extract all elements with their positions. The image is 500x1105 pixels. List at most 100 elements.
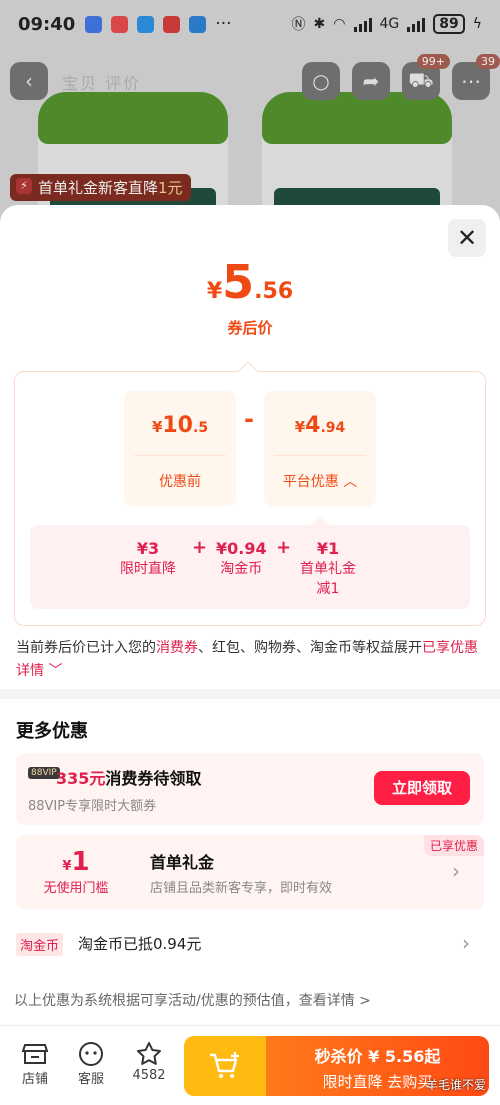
more-notifications-icon: ··· (215, 14, 232, 34)
app-notification-icon (85, 15, 103, 33)
coins-text: 淘金币已抵0.94元 (78, 935, 202, 953)
search-icon: ○ (312, 69, 330, 93)
favorite-count: 4582 (132, 1068, 166, 1083)
app-notification-icon (111, 15, 129, 33)
claim-button[interactable]: 立即领取 (374, 771, 470, 805)
note-highlight: 消费券 (156, 640, 198, 656)
background-product-page: 09:40 ··· Ⓝ ✱ ◠ 4G 89 ϟ ‹ 宝贝 评价 ○ ➦ ⛟ 99+… (0, 0, 500, 230)
service-label: 客服 (77, 1072, 104, 1087)
price-detail-sheet: ✕ ¥5.56 券后价 ¥10.5 优惠前 - ¥4.94 平台优惠 ︿ ¥3 … (0, 205, 500, 1105)
original-price-decimal: .5 (193, 420, 209, 436)
breakdown-item-flash-sale: ¥3 限时直降 (120, 539, 176, 579)
gift-condition: 无使用门槛 (43, 881, 109, 896)
gift-description: 店铺且品类新客专享，即时有效 (150, 881, 333, 896)
flash-price-text: 秒杀价 ¥ 5.56起 (314, 1047, 441, 1066)
service-button[interactable]: 客服 (66, 1040, 116, 1087)
bottom-action-bar: 店铺 客服 4582 秒杀价 ¥ 5.56起 限时直降 去购买 (0, 1025, 500, 1105)
coupon-amount-suffix: 消费券待领取 (105, 769, 202, 788)
watermark: 羊毛谁不爱 (425, 1078, 486, 1092)
gift-value: 1 (71, 847, 90, 877)
note-text: 、红包、购物券、淘金币等权益展开 (198, 640, 422, 656)
app-notification-icon (189, 15, 207, 33)
more-icon: ⋯ (461, 69, 481, 93)
minus-operator: - (244, 405, 254, 433)
cart-icon: ⛟ (408, 67, 434, 92)
wifi-icon: ◠ (333, 16, 346, 32)
first-order-gift-card[interactable]: ¥1 无使用门槛 首单礼金 店铺且品类新客专享，即时有效 已享优惠 › (16, 835, 484, 909)
back-button[interactable]: ‹ (10, 62, 48, 100)
plus-operator: + (192, 537, 208, 558)
plus-operator: + (276, 537, 292, 558)
original-price-value: 10 (162, 413, 193, 438)
star-icon (124, 1040, 174, 1068)
breakdown-label: 减1 (316, 581, 340, 597)
more-offers-title: 更多优惠 (16, 721, 88, 742)
vip-badge: 88VIP (28, 767, 60, 779)
new-user-promo-tag: ⚡ 首单礼金新客直降1元 (10, 174, 191, 201)
platform-discount-text: 平台优惠 (282, 474, 339, 490)
platform-discount-card[interactable]: ¥4.94 平台优惠 ︿ (264, 391, 376, 506)
price-note: 当前券后价已计入您的消费券、红包、购物券、淘金币等权益展开已享优惠详情 ﹀ (16, 637, 486, 683)
service-icon (66, 1040, 116, 1068)
share-button[interactable]: ➦ (352, 62, 390, 100)
coins-tag: 淘金币 (16, 933, 64, 956)
discount-breakdown: ¥3 限时直降 + ¥0.94 淘金币 + ¥1 首单礼金 减1 (30, 525, 470, 609)
status-bar: 09:40 ··· Ⓝ ✱ ◠ 4G 89 ϟ (0, 0, 500, 48)
battery-level: 89 (433, 14, 465, 34)
final-price: ¥5.56 (0, 255, 500, 309)
coupon-amount-value: 335元 (56, 769, 106, 788)
price-decimal: .56 (254, 279, 294, 304)
coupon-amount: 335元消费券待领取 (56, 765, 201, 789)
chevron-up-icon: ︿ (343, 474, 358, 490)
add-to-cart-button[interactable] (184, 1036, 266, 1096)
more-button[interactable]: ⋯ 39 (452, 54, 500, 100)
chevron-right-icon: › (452, 859, 460, 883)
message-badge: 39 (476, 54, 500, 69)
section-divider (0, 689, 500, 699)
close-button[interactable]: ✕ (448, 219, 486, 257)
currency-symbol: ¥ (294, 418, 306, 436)
note-text: 当前券后价已计入您的 (16, 640, 156, 656)
promo-amount: 1元 (158, 179, 183, 197)
platform-discount-label: 平台优惠 ︿ (264, 471, 376, 491)
coins-offer-row[interactable]: 淘金币 淘金币已抵0.94元 › (16, 927, 484, 961)
discount-value: 4 (305, 413, 321, 438)
flash-icon: ⚡ (16, 178, 32, 194)
coupon-subtitle: 88VIP专享限时大额券 (28, 799, 157, 814)
shop-button[interactable]: 店铺 (10, 1040, 60, 1087)
currency-symbol: ¥ (206, 279, 223, 304)
signal-icon (353, 17, 372, 32)
network-type: 4G (379, 16, 400, 32)
cart-badge: 99+ (416, 54, 450, 69)
favorite-button[interactable]: 4582 (124, 1040, 174, 1083)
breakdown-label: 限时直降 (120, 561, 176, 577)
vip-coupon-card: 88VIP 335元消费券待领取 88VIP专享限时大额券 立即领取 (16, 753, 484, 825)
close-icon: ✕ (456, 224, 478, 252)
breakdown-label: 首单礼金 (300, 561, 356, 577)
original-price-label: 优惠前 (159, 474, 201, 490)
enjoyed-badge: 已享优惠 (423, 835, 484, 856)
breakdown-value: ¥3 (136, 539, 160, 558)
app-notification-icon (163, 15, 181, 33)
breakdown-label: 淘金币 (220, 561, 263, 577)
breakdown-item-coins: ¥0.94 淘金币 (216, 539, 267, 579)
app-notification-icon (137, 15, 155, 33)
currency-symbol: ¥ (151, 418, 163, 436)
search-button[interactable]: ○ (302, 62, 340, 100)
price-integer: 5 (222, 255, 255, 309)
gift-value-block: ¥1 无使用门槛 (16, 835, 136, 909)
add-cart-icon (210, 1052, 239, 1078)
status-time: 09:40 (18, 13, 76, 35)
cart-button[interactable]: ⛟ 99+ (402, 54, 450, 100)
charging-icon: ϟ (472, 16, 482, 32)
final-price-label: 券后价 (227, 319, 273, 337)
back-icon: ‹ (25, 69, 33, 93)
chevron-right-icon: › (462, 931, 470, 955)
gift-title: 首单礼金 (150, 853, 215, 872)
breakdown-value: ¥0.94 (216, 539, 267, 558)
breakdown-value: ¥1 (316, 539, 340, 558)
nav-tabs: 宝贝 评价 (62, 74, 142, 93)
discount-decimal: .94 (320, 420, 346, 436)
shop-icon (10, 1040, 60, 1068)
disclaimer-link[interactable]: 以上优惠为系统根据可享活动/优惠的预估值，查看详情 > (14, 990, 371, 1010)
